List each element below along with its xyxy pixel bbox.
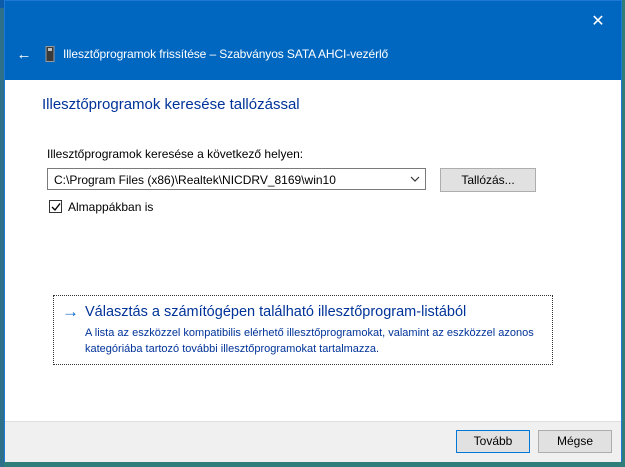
page-heading: Illesztőprogramok keresése tallózással	[42, 96, 300, 113]
dialog-footer: Tovább Mégse	[5, 421, 621, 462]
back-button[interactable]: ←	[13, 45, 35, 65]
path-combobox[interactable]: C:\Program Files (x86)\Realtek\NICDRV_81…	[47, 168, 426, 190]
arrow-right-icon: →	[62, 302, 79, 321]
pick-from-list-title[interactable]: Választás a számítógépen található illes…	[85, 304, 466, 320]
title-bar: ✕ ← Illesztőprogramok frissítése – Szabv…	[5, 1, 621, 80]
next-button[interactable]: Tovább	[456, 430, 530, 453]
chevron-down-icon[interactable]	[409, 173, 421, 185]
window-title: Illesztőprogramok frissítése – Szabványo…	[63, 47, 389, 61]
close-button[interactable]: ✕	[575, 1, 621, 43]
close-icon: ✕	[591, 13, 605, 30]
device-icon	[45, 46, 55, 62]
cancel-button[interactable]: Mégse	[538, 430, 612, 453]
update-drivers-dialog: ✕ ← Illesztőprogramok frissítése – Szabv…	[4, 0, 622, 462]
pick-from-list-link[interactable]: → Választás a számítógépen található ill…	[53, 295, 553, 365]
browse-button[interactable]: Tallózás...	[440, 168, 536, 192]
include-subfolders-label: Almappákban is	[68, 200, 154, 214]
checkmark-icon	[51, 203, 61, 212]
include-subfolders-checkbox[interactable]	[49, 200, 62, 213]
pick-from-list-description: A lista az eszközzel kompatibilis elérhe…	[85, 327, 534, 355]
path-value: C:\Program Files (x86)\Realtek\NICDRV_81…	[54, 173, 336, 187]
location-label: Illesztőprogramok keresése a következő h…	[47, 147, 304, 161]
back-arrow-icon: ←	[16, 46, 32, 63]
